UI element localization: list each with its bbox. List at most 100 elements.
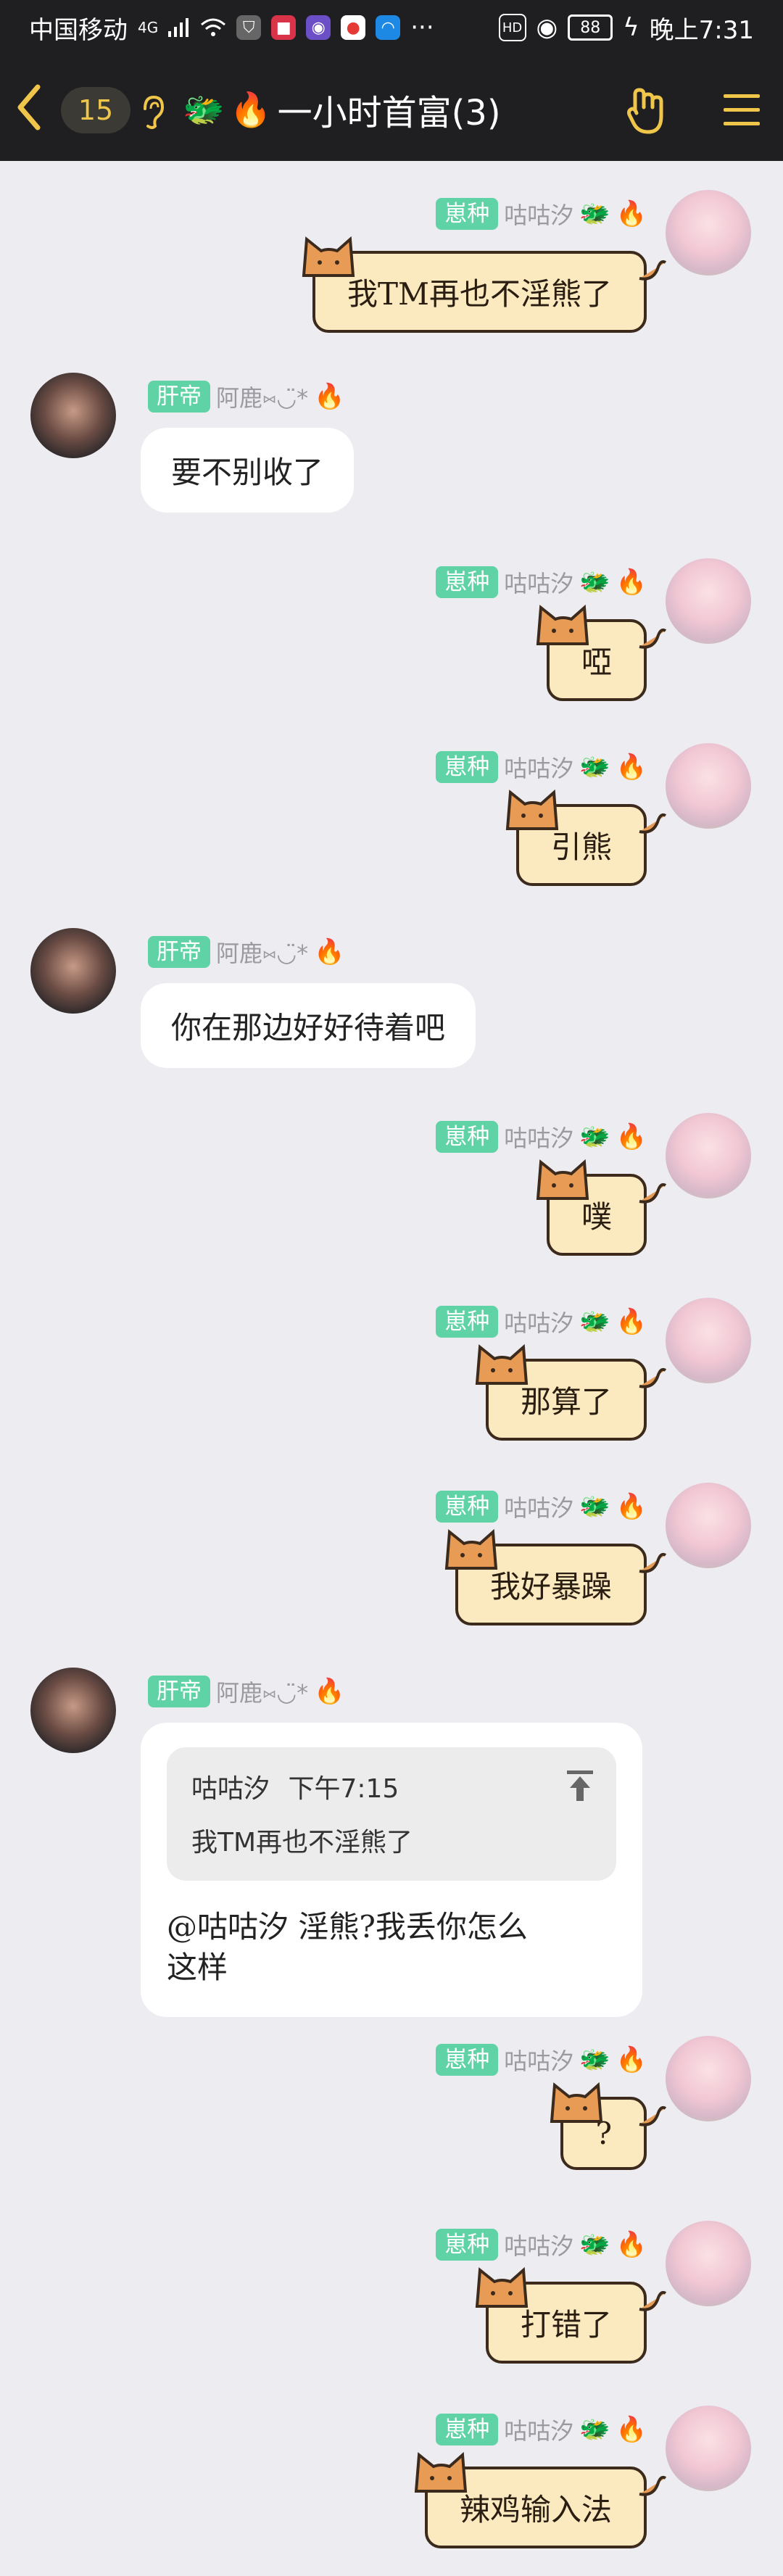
- sender-name[interactable]: 咕咕汐: [504, 750, 573, 784]
- sender-name[interactable]: 咕咕汐: [504, 566, 573, 599]
- member-tag: 崽种: [436, 2414, 499, 2445]
- fire-icon: 🔥: [616, 2045, 647, 2074]
- dragon-icon: 🐲: [579, 2415, 610, 2444]
- avatar[interactable]: [666, 2406, 751, 2491]
- message-bubble[interactable]: 辣鸡输入法: [414, 2451, 667, 2548]
- quote-time: 下午7:15: [288, 1774, 399, 1804]
- message-row: 崽种 咕咕汐 🐲 🔥 引熊: [0, 743, 783, 895]
- cat-decoration-icon: [505, 789, 559, 830]
- sender-line: 崽种 咕咕汐 🐲 🔥: [436, 2228, 647, 2261]
- sender-name[interactable]: 咕咕汐: [504, 1120, 573, 1154]
- sender-name[interactable]: 阿鹿⑅◡̈*: [216, 935, 308, 969]
- sender-line: 崽种 咕咕汐 🐲 🔥: [436, 197, 647, 231]
- app-notification-icon: ◉: [306, 15, 331, 40]
- sender-name[interactable]: 咕咕汐: [504, 2413, 573, 2446]
- avatar[interactable]: [666, 558, 751, 644]
- message-text: 那算了: [520, 1384, 612, 1420]
- avatar[interactable]: [666, 743, 751, 829]
- fire-icon: 🔥: [314, 937, 345, 966]
- avatar[interactable]: [666, 1298, 751, 1383]
- avatar[interactable]: [666, 2036, 751, 2121]
- hand-icon[interactable]: [625, 84, 673, 136]
- avatar[interactable]: [30, 1668, 116, 1753]
- sender-name[interactable]: 咕咕汐: [504, 197, 573, 231]
- avatar[interactable]: [30, 373, 116, 458]
- fire-icon: 🔥: [314, 1677, 345, 1706]
- message-row: 肝帝 阿鹿⑅◡̈* 🔥 咕咕汐 下午7:15 我TM再也不淫熊了 @咕咕汐 淫熊…: [0, 1668, 783, 2017]
- message-text: 打错了: [520, 2307, 612, 2343]
- sender-line: 崽种 咕咕汐 🐲 🔥: [436, 1305, 647, 1338]
- message-row: 崽种 咕咕汐 🐲 🔥 我TM再也不淫熊了: [0, 190, 783, 342]
- pin-icon[interactable]: [566, 1769, 594, 1802]
- member-tag: 崽种: [436, 1121, 499, 1153]
- message-bubble[interactable]: 噗: [536, 1159, 667, 1256]
- back-arrow-icon[interactable]: [10, 78, 46, 136]
- cat-decoration-icon: [444, 1528, 498, 1570]
- fire-icon: 🔥: [616, 1307, 647, 1336]
- fire-icon: 🔥: [616, 2230, 647, 2259]
- fire-icon: 🔥: [616, 199, 647, 228]
- message-row: 崽种 咕咕汐 🐲 🔥 辣鸡输入法: [0, 2406, 783, 2565]
- member-tag: 崽种: [436, 2229, 499, 2261]
- message-row: 崽种 咕咕汐 🐲 🔥 啞: [0, 558, 783, 711]
- quote-author: 咕咕汐: [191, 1774, 270, 1804]
- sender-line: 崽种 咕咕汐 🐲 🔥: [436, 1490, 647, 1523]
- dragon-icon: 🐲: [183, 89, 225, 129]
- dragon-icon: 🐲: [579, 2230, 610, 2259]
- message-bubble[interactable]: 那算了: [475, 1343, 667, 1441]
- network-label: 4G: [138, 19, 159, 36]
- message-bubble[interactable]: 要不别收了: [141, 428, 355, 513]
- sender-name[interactable]: 阿鹿⑅◡̈*: [216, 380, 308, 413]
- fire-icon: 🔥: [616, 753, 647, 782]
- fire-icon: 🔥: [314, 382, 345, 411]
- battery-indicator: 88: [568, 15, 613, 41]
- cat-decoration-icon: [550, 2082, 603, 2123]
- cat-decoration-icon: [414, 2451, 468, 2493]
- avatar[interactable]: [666, 190, 751, 276]
- menu-icon[interactable]: [722, 90, 761, 131]
- top-bar: 中国移动 4G ⛉ ■ ◉ ● ◠ ··· HD ◉ 88 ϟ 晚上7:31 1…: [0, 0, 783, 161]
- cat-tail-icon: [639, 1552, 667, 1573]
- sender-line: 崽种 咕咕汐 🐲 🔥: [436, 2413, 647, 2446]
- cat-decoration-icon: [475, 1343, 529, 1385]
- cat-tail-icon: [639, 1367, 667, 1388]
- message-text: 我好暴躁: [489, 1569, 612, 1604]
- reply-line: 这样: [167, 1950, 228, 1985]
- cat-tail-icon: [639, 2290, 667, 2311]
- member-tag: 肝帝: [148, 936, 210, 968]
- message-bubble[interactable]: 我TM再也不淫熊了: [302, 236, 667, 333]
- sender-name[interactable]: 阿鹿⑅◡̈*: [216, 1675, 308, 1708]
- message-bubble[interactable]: 引熊: [505, 789, 667, 886]
- cat-tail-icon: [639, 1183, 667, 1204]
- sender-line: 崽种 咕咕汐 🐲 🔥: [436, 566, 647, 599]
- avatar[interactable]: [666, 1113, 751, 1198]
- member-tag: 崽种: [436, 198, 499, 230]
- member-tag: 崽种: [436, 566, 499, 598]
- message-bubble[interactable]: 我好暴躁: [444, 1528, 667, 1625]
- sender-name[interactable]: 咕咕汐: [504, 2228, 573, 2261]
- member-tag: 崽种: [436, 2044, 499, 2076]
- reply-message-bubble[interactable]: 咕咕汐 下午7:15 我TM再也不淫熊了 @咕咕汐 淫熊?我丢你怎么 这样: [141, 1723, 642, 2017]
- avatar[interactable]: [30, 928, 116, 1014]
- message-bubble[interactable]: ?: [550, 2082, 667, 2170]
- unread-count-badge[interactable]: 15: [61, 87, 130, 133]
- message-bubble[interactable]: 你在那边好好待着吧: [141, 983, 476, 1068]
- fire-icon: 🔥: [616, 2415, 647, 2444]
- message-bubble[interactable]: 啞: [536, 604, 667, 701]
- cat-decoration-icon: [475, 2266, 529, 2308]
- avatar[interactable]: [666, 2221, 751, 2306]
- quoted-message[interactable]: 咕咕汐 下午7:15 我TM再也不淫熊了: [167, 1747, 616, 1881]
- sender-name[interactable]: 咕咕汐: [504, 1490, 573, 1523]
- sender-name[interactable]: 咕咕汐: [504, 2043, 573, 2076]
- sender-name[interactable]: 咕咕汐: [504, 1305, 573, 1338]
- dragon-icon: 🐲: [579, 199, 610, 228]
- message-row: 崽种 咕咕汐 🐲 🔥 ?: [0, 2036, 783, 2188]
- member-tag: 崽种: [436, 1306, 499, 1338]
- message-bubble[interactable]: 打错了: [475, 2266, 667, 2364]
- avatar[interactable]: [666, 1483, 751, 1568]
- message-text: 我TM再也不淫熊了: [347, 276, 612, 312]
- dragon-icon: 🐲: [579, 2045, 610, 2074]
- sender-line: 崽种 咕咕汐 🐲 🔥: [436, 750, 647, 784]
- ear-icon[interactable]: [139, 94, 167, 131]
- message-row: 崽种 咕咕汐 🐲 🔥 打错了: [0, 2221, 783, 2373]
